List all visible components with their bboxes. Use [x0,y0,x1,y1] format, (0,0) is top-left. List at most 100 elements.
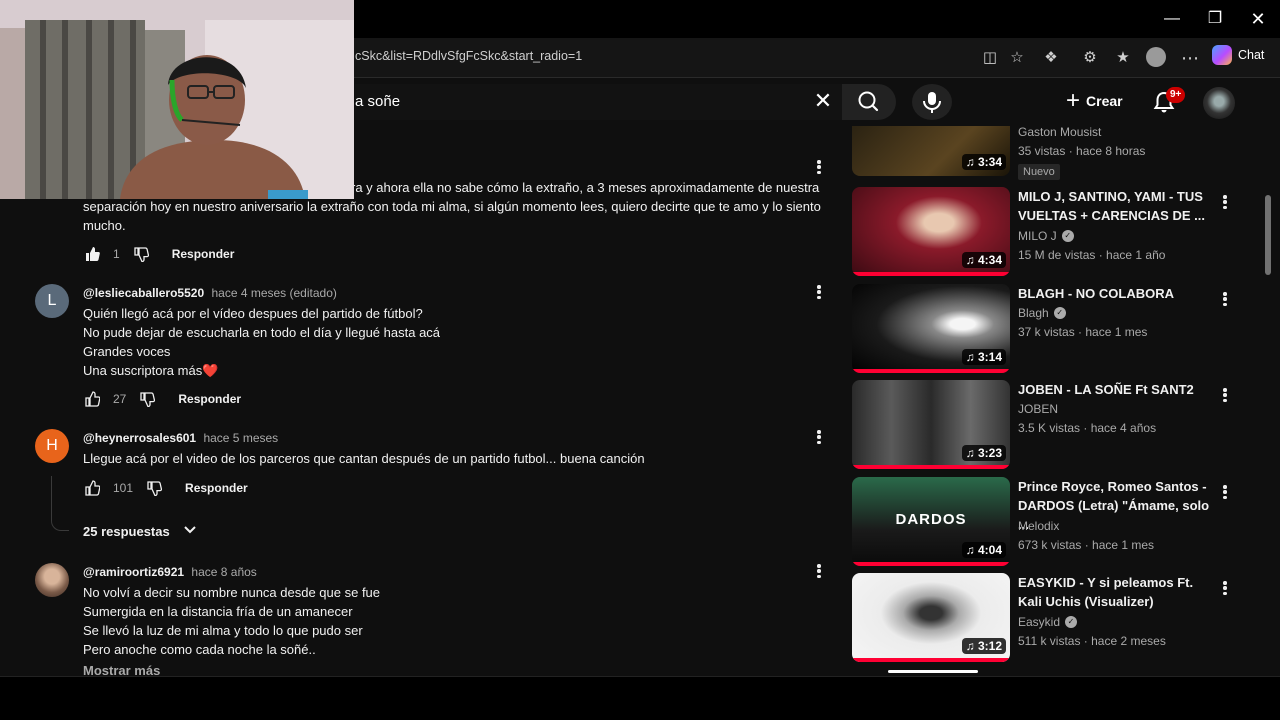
taskbar [0,676,1280,720]
close-window-icon[interactable]: ✕ [1238,6,1278,32]
comment-header: @lesliecaballero5520 hace 4 meses (edita… [83,286,337,300]
reply-button[interactable]: Responder [178,392,241,406]
comment-menu-icon[interactable] [815,428,823,446]
minimize-icon[interactable]: — [1152,6,1192,32]
comment-author[interactable]: @lesliecaballero5520 [83,286,204,300]
comment-menu-icon[interactable] [815,562,823,580]
restore-icon[interactable]: ❐ [1195,6,1235,32]
new-badge: Nuevo [1018,164,1060,180]
comment-time[interactable]: hace 5 meses [203,431,278,445]
reply-button[interactable]: Responder [185,481,248,495]
watch-page: ra y ahora ella no sabe cómo la extraño,… [0,126,1280,676]
duration-text: 4:34 [977,253,1002,267]
comment-author[interactable]: @heynerrosales601 [83,431,196,445]
comment-author[interactable]: @ramiroortiz6921 [83,565,184,579]
favorite-star-icon[interactable]: ☆ [1005,46,1029,70]
video-duration: ♫ 3:12 [961,638,1006,654]
video-thumbnail[interactable]: ♫ 3:12 [852,573,1010,662]
related-video[interactable]: ♫ 3:12 EASYKID - Y si peleamos Ft. Kali … [852,573,1247,665]
like-icon[interactable] [83,245,101,263]
browser-profile-avatar[interactable] [1146,47,1166,67]
video-duration: ♫ 3:14 [961,349,1006,365]
user-avatar[interactable] [1203,87,1235,119]
comment-text: Llegue acá por el video de los parceros … [83,449,833,468]
comment-line: Pero anoche como cada noche la soñé.. [83,642,316,657]
related-video[interactable]: DARDOS ♫ 4:04 Prince Royce, Romeo Santos… [852,477,1247,569]
more-menu-icon[interactable]: ⋯ [1178,46,1202,70]
channel-name: Gaston Mousist [1018,126,1102,139]
webcam-image [0,0,354,199]
commenter-avatar[interactable]: H [35,429,69,463]
search-button[interactable] [842,84,896,120]
video-menu-icon[interactable] [1221,193,1229,211]
video-title[interactable]: EASYKID - Y si peleamos Ft. Kali Uchis (… [1018,573,1213,611]
video-menu-icon[interactable] [1221,386,1229,404]
extensions-icon[interactable]: ❖ [1039,46,1063,70]
show-more-button[interactable]: Mostrar más [83,661,833,676]
address-bar-url[interactable]: cSkc&list=RDdlvSfgFcSkc&start_radio=1 [355,49,582,63]
video-menu-icon[interactable] [1221,579,1229,597]
video-title[interactable]: MILO J, SANTINO, YAMI - TUS VUELTAS + CA… [1018,187,1213,225]
app-available-icon[interactable]: ◫ [978,46,1002,70]
comment-menu-icon[interactable] [815,158,823,176]
replies-count-label: 25 respuestas [83,524,170,539]
video-title[interactable]: JOBEN - LA SOÑE Ft SANT2 [1018,380,1213,399]
favorites-icon[interactable]: ★ [1111,46,1135,70]
video-channel[interactable]: Melodix [1018,519,1059,533]
comment-line: separación hoy en nuestro aniversario la… [83,199,821,214]
video-title[interactable]: BLAGH - NO COLABORA [1018,284,1213,303]
commenter-avatar[interactable]: L [35,284,69,318]
performance-icon[interactable]: ⚙ [1078,46,1102,70]
video-thumbnail[interactable]: ♫ 4:34 [852,187,1010,276]
comment-text: No volví a decir su nombre nunca desde q… [83,583,833,676]
related-video[interactable]: ♫ 3:23 JOBEN - LA SOÑE Ft SANT2 JOBEN 3.… [852,380,1247,472]
video-thumbnail[interactable]: ♫ 3:23 [852,380,1010,469]
video-thumbnail[interactable]: ♫ 3:14 [852,284,1010,373]
voice-search-button[interactable] [912,84,952,120]
like-icon[interactable] [83,390,101,408]
video-thumbnail[interactable]: DARDOS ♫ 4:04 [852,477,1010,566]
video-meta: 37 k vistas · hace 1 mes [1018,325,1148,339]
video-thumbnail[interactable]: ♫ 3:34 [852,126,1010,176]
watch-progress-bar [852,272,1010,276]
comment-line: Se llevó la luz de mi alma y todo lo que… [83,623,363,638]
comment-line: Llegue acá por el video de los parceros … [83,451,645,466]
commenter-avatar[interactable] [35,563,69,597]
video-channel[interactable]: MILO J ✓ [1018,229,1074,243]
search-icon [858,91,879,112]
video-channel[interactable]: Gaston Mousist [1018,126,1101,139]
video-menu-icon[interactable] [1221,483,1229,501]
like-count: 1 [113,247,120,261]
video-channel[interactable]: Easykid ✓ [1018,615,1078,629]
dislike-icon[interactable] [132,245,150,263]
clear-search-icon[interactable]: ✕ [811,89,835,113]
comment-line: Quién llegó acá por el vídeo despues del… [83,306,423,321]
watch-progress-bar [852,658,1010,662]
related-video[interactable]: ♫ 3:14 BLAGH - NO COLABORA Blagh ✓ 37 k v… [852,284,1247,376]
comment-line: Grandes voces [83,344,171,359]
comment-time[interactable]: hace 8 años [191,565,256,579]
video-meta: 673 k vistas · hace 1 mes [1018,538,1155,552]
video-channel[interactable]: Blagh ✓ [1018,306,1066,320]
search-input[interactable] [355,84,842,120]
scrollbar-thumb[interactable] [1265,195,1271,275]
dislike-icon[interactable] [145,479,163,497]
search-input-value: a soñe [355,93,401,110]
reply-button[interactable]: Responder [172,247,235,261]
dislike-icon[interactable] [138,390,156,408]
chat-label: Chat [1238,48,1265,62]
copilot-chat-button[interactable]: Chat [1212,45,1264,65]
video-meta: 35 vistas · hace 8 horas [1018,144,1146,158]
copilot-icon [1212,45,1232,65]
video-menu-icon[interactable] [1221,290,1229,308]
comment-time[interactable]: hace 4 meses (editado) [211,286,336,300]
video-channel[interactable]: JOBEN [1018,402,1058,416]
related-video[interactable]: ♫ 4:34 MILO J, SANTINO, YAMI - TUS VUELT… [852,187,1247,279]
duration-text: 4:04 [977,543,1002,557]
create-button[interactable]: + Crear [1056,85,1133,117]
like-icon[interactable] [83,479,101,497]
comment-line: No volví a decir su nombre nunca desde q… [83,585,381,600]
view-replies-button[interactable]: 25 respuestas [83,522,198,541]
comment-actions: 1 Responder [83,245,234,263]
comment-menu-icon[interactable] [815,283,823,301]
